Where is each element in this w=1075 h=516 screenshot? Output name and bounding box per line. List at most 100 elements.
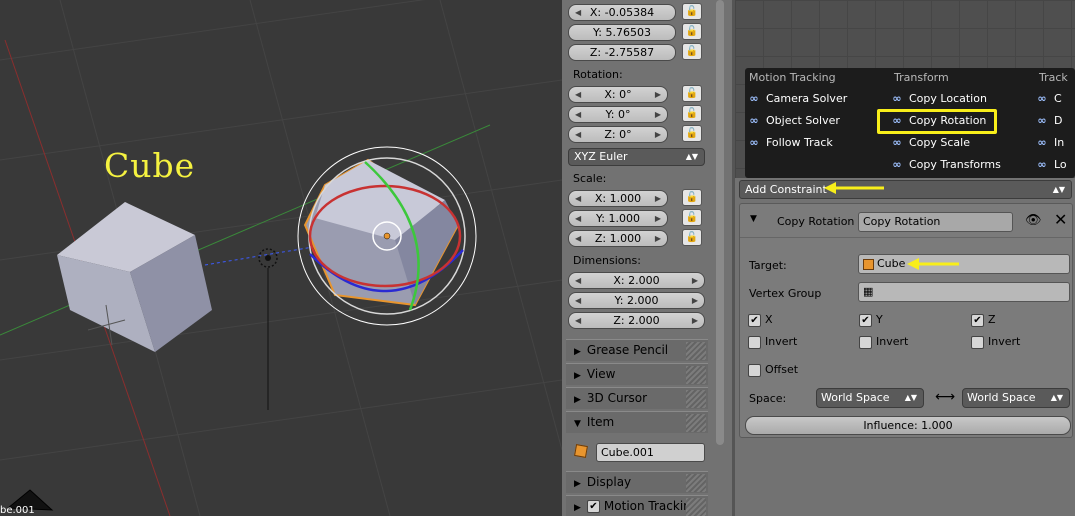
expand-triangle-icon: ▶ (574, 371, 581, 381)
increment-arrow-icon[interactable]: ▶ (692, 273, 698, 288)
increment-arrow-icon[interactable]: ▶ (655, 127, 661, 142)
dimensions-x-field[interactable]: ◀ X: 2.000 ▶ (568, 272, 705, 289)
link-icon: ∞ (749, 92, 759, 105)
constraint-name-field[interactable]: Copy Rotation (858, 212, 1013, 232)
section-view[interactable]: ▶ View (566, 363, 708, 385)
lock-icon[interactable]: 🔓 (682, 43, 702, 60)
vertex-group-icon: ▦ (863, 285, 874, 298)
invert-x-checkbox[interactable]: Invert (748, 335, 797, 349)
drag-grip-icon[interactable] (686, 390, 706, 408)
lock-icon[interactable]: 🔓 (682, 125, 702, 142)
collapse-triangle-icon[interactable]: ▼ (750, 214, 757, 224)
link-icon: ∞ (892, 136, 902, 149)
rotation-x-field[interactable]: ◀ X: 0° ▶ (568, 86, 668, 103)
section-motion-tracking[interactable]: ▶ ✔ Motion Tracking (566, 495, 708, 516)
increment-arrow-icon[interactable]: ▶ (655, 211, 661, 226)
drag-grip-icon[interactable] (686, 366, 706, 384)
increment-arrow-icon[interactable]: ▶ (655, 107, 661, 122)
expand-triangle-icon: ▶ (574, 347, 581, 357)
scale-x-field[interactable]: ◀ X: 1.000 ▶ (568, 190, 668, 207)
lock-icon[interactable]: 🔓 (682, 229, 702, 246)
target-field[interactable]: Cube (858, 254, 1070, 274)
increment-arrow-icon[interactable]: ▶ (692, 293, 698, 308)
lock-icon[interactable]: 🔓 (682, 209, 702, 226)
decrement-arrow-icon[interactable]: ◀ (575, 107, 581, 122)
location-y-field[interactable]: Y: 5.76503 (568, 24, 676, 41)
decrement-arrow-icon[interactable]: ◀ (575, 273, 581, 288)
motion-tracking-checkbox[interactable]: ✔ (586, 500, 600, 513)
drag-grip-icon[interactable] (686, 414, 706, 432)
axis-x-checkbox[interactable]: ✔ X (748, 313, 773, 327)
location-z-field[interactable]: Z: -2.75587 (568, 44, 676, 61)
section-3d-cursor[interactable]: ▶ 3D Cursor (566, 387, 708, 409)
dimensions-z-field[interactable]: ◀ Z: 2.000 ▶ (568, 312, 705, 329)
target-space-dropdown[interactable]: World Space ▲▼ (962, 388, 1070, 408)
rotation-mode-select[interactable]: XYZ Euler ▲▼ (568, 148, 705, 166)
increment-arrow-icon[interactable]: ▶ (655, 87, 661, 102)
menu-item-follow-track[interactable]: ∞ Follow Track (747, 134, 832, 152)
add-constraint-dropdown[interactable]: Add Constraint ▲▼ (739, 180, 1072, 199)
close-icon[interactable]: ✕ (1054, 210, 1067, 229)
lock-icon[interactable]: 🔓 (682, 23, 702, 40)
n-panel-scrollbar[interactable] (716, 0, 724, 445)
location-x-field[interactable]: ◀ X: -0.05384 (568, 4, 676, 21)
expand-triangle-icon: ▶ (574, 479, 581, 489)
arrow-annotation-add-constraint (824, 182, 884, 194)
menu-item-tracking-4[interactable]: ∞ Lo (1035, 156, 1066, 174)
rotation-z-field[interactable]: ◀ Z: 0° ▶ (568, 126, 668, 143)
menu-item-object-solver[interactable]: ∞ Object Solver (747, 112, 839, 130)
lock-icon[interactable]: 🔓 (682, 85, 702, 102)
checkmark-icon: ✔ (971, 313, 984, 327)
drag-grip-icon[interactable] (686, 498, 706, 516)
menu-item-tracking-1[interactable]: ∞ C (1035, 90, 1061, 108)
decrement-arrow-icon[interactable]: ◀ (575, 191, 581, 206)
updown-arrows-icon: ▲▼ (904, 393, 917, 402)
link-icon: ∞ (749, 114, 759, 127)
menu-item-tracking-2[interactable]: ∞ D (1035, 112, 1062, 130)
menu-heading-tracking: Track (1039, 71, 1068, 84)
selected-cube-object[interactable] (297, 146, 477, 326)
axis-y-checkbox[interactable]: ✔ Y (859, 313, 883, 327)
menu-item-camera-solver[interactable]: ∞ Camera Solver (747, 90, 847, 108)
vertex-group-field[interactable]: ▦ (858, 282, 1070, 302)
drag-grip-icon[interactable] (686, 474, 706, 492)
scale-y-field[interactable]: ◀ Y: 1.000 ▶ (568, 210, 668, 227)
drag-grip-icon[interactable] (686, 342, 706, 360)
eye-icon[interactable]: 👁 (1025, 213, 1042, 228)
decrement-arrow-icon[interactable]: ◀ (575, 127, 581, 142)
decrement-arrow-icon[interactable]: ◀ (575, 5, 581, 20)
lock-icon[interactable]: 🔓 (682, 189, 702, 206)
increment-arrow-icon[interactable]: ▶ (692, 313, 698, 328)
item-name-field[interactable]: Cube.001 (596, 443, 705, 462)
section-grease-pencil[interactable]: ▶ Grease Pencil (566, 339, 708, 361)
menu-item-tracking-3[interactable]: ∞ In (1035, 134, 1064, 152)
updown-arrows-icon: ▲▼ (1052, 185, 1065, 194)
lock-icon[interactable]: 🔓 (682, 105, 702, 122)
decrement-arrow-icon[interactable]: ◀ (575, 313, 581, 328)
menu-item-copy-scale[interactable]: ∞ Copy Scale (890, 134, 970, 152)
rotation-label: Rotation: (573, 68, 623, 81)
decrement-arrow-icon[interactable]: ◀ (575, 87, 581, 102)
decrement-arrow-icon[interactable]: ◀ (575, 231, 581, 246)
section-display[interactable]: ▶ Display (566, 471, 708, 493)
section-item[interactable]: ▼ Item (566, 411, 708, 433)
menu-item-copy-transforms[interactable]: ∞ Copy Transforms (890, 156, 1000, 174)
invert-y-checkbox[interactable]: Invert (859, 335, 908, 349)
offset-checkbox[interactable]: Offset (748, 363, 798, 377)
constraint-type-label: Copy Rotation (777, 215, 855, 228)
owner-space-dropdown[interactable]: World Space ▲▼ (816, 388, 924, 408)
rotation-y-field[interactable]: ◀ Y: 0° ▶ (568, 106, 668, 123)
invert-z-checkbox[interactable]: Invert (971, 335, 1020, 349)
influence-slider[interactable]: Influence: 1.000 (745, 416, 1071, 435)
scale-z-field[interactable]: ◀ Z: 1.000 ▶ (568, 230, 668, 247)
decrement-arrow-icon[interactable]: ◀ (575, 293, 581, 308)
dimensions-y-field[interactable]: ◀ Y: 2.000 ▶ (568, 292, 705, 309)
increment-arrow-icon[interactable]: ▶ (655, 191, 661, 206)
menu-item-copy-location[interactable]: ∞ Copy Location (890, 90, 987, 108)
axis-z-checkbox[interactable]: ✔ Z (971, 313, 996, 327)
increment-arrow-icon[interactable]: ▶ (655, 231, 661, 246)
decrement-arrow-icon[interactable]: ◀ (575, 211, 581, 226)
lock-icon[interactable]: 🔓 (682, 3, 702, 20)
3d-viewport[interactable]: Cube be.001 (0, 0, 562, 516)
cube-object[interactable] (57, 202, 212, 352)
